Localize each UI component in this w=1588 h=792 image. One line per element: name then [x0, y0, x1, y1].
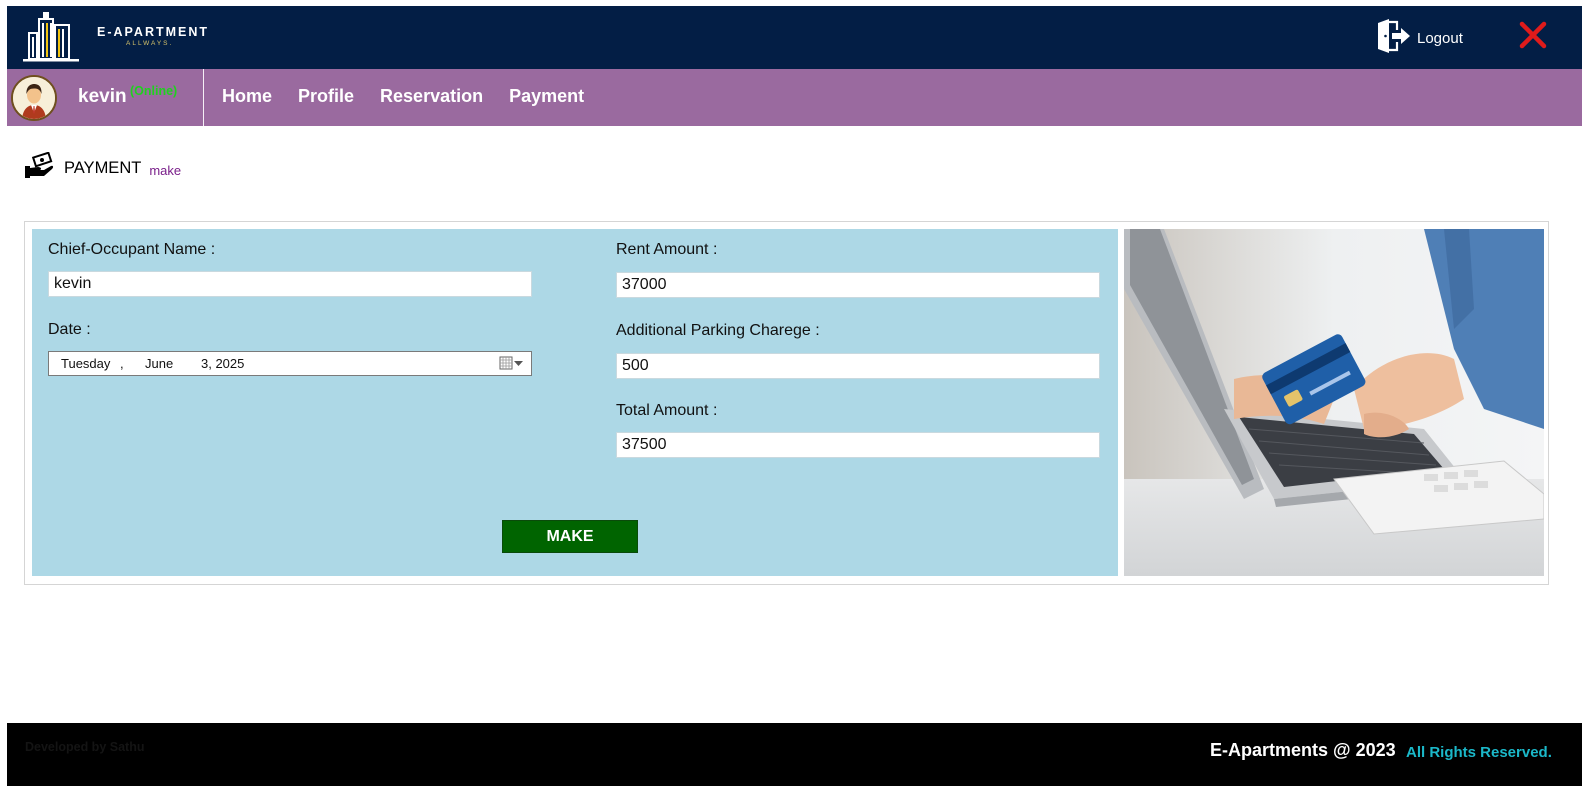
nav-bar: kevin (Online) Home Profile Reservation … [7, 69, 1582, 126]
parking-charge-field[interactable]: 500 [616, 353, 1100, 379]
payment-hand-icon [24, 151, 54, 185]
nav-item-home[interactable]: Home [222, 86, 272, 107]
rent-amount-label: Rent Amount : [616, 241, 718, 258]
rights-text: All Rights Reserved. [1406, 744, 1552, 761]
online-status: (Online) [130, 84, 178, 98]
payment-panel: Chief-Occupant Name : kevin Date : Tuesd… [24, 221, 1549, 585]
brand-name: E-APARTMENT [97, 25, 210, 39]
top-bar: E-APARTMENT ALLWAYS. Logout [7, 6, 1582, 69]
avatar [11, 75, 57, 121]
footer: Developed by Sathu E-Apartments @ 2023 A… [7, 723, 1582, 786]
payment-form: Chief-Occupant Name : kevin Date : Tuesd… [32, 229, 1118, 576]
occupant-name-label: Chief-Occupant Name : [48, 241, 216, 258]
rent-amount-field[interactable]: 37000 [616, 272, 1100, 298]
logout-label: Logout [1417, 29, 1463, 47]
copyright-text: E-Apartments @ 2023 [1210, 740, 1396, 760]
date-weekday: Tuesday [61, 356, 111, 371]
nav-divider [203, 69, 204, 126]
calendar-dropdown-icon[interactable] [499, 356, 525, 373]
logout-button[interactable]: Logout [1375, 17, 1463, 60]
parking-charge-label: Additional Parking Charege : [616, 322, 820, 339]
brand: E-APARTMENT ALLWAYS. [97, 25, 209, 47]
date-month: June [145, 356, 174, 371]
occupant-name-field[interactable]: kevin [48, 271, 532, 297]
page-header: PAYMENT make [24, 151, 182, 185]
close-icon[interactable] [1518, 20, 1548, 50]
date-day-year: 3, 2025 [201, 356, 245, 371]
username: kevin [78, 86, 127, 107]
nav-item-reservation[interactable]: Reservation [380, 86, 483, 107]
page-title: PAYMENT [64, 159, 142, 177]
date-picker[interactable]: Tuesday , June 3, 2025 [48, 351, 532, 376]
payment-illustration [1124, 229, 1544, 576]
nav-menu: Home Profile Reservation Payment [222, 86, 584, 107]
total-amount-label: Total Amount : [616, 402, 718, 419]
developer-credit: Developed by Sathu [25, 740, 145, 754]
date-separator: , [120, 356, 124, 371]
page-subtitle: make [149, 163, 182, 178]
logout-icon [1375, 17, 1411, 60]
date-label: Date : [48, 321, 91, 338]
nav-item-payment[interactable]: Payment [509, 86, 584, 107]
total-amount-field[interactable]: 37500 [616, 432, 1100, 458]
brand-tagline: ALLWAYS. [126, 40, 174, 47]
building-logo-icon [21, 9, 81, 63]
nav-item-profile[interactable]: Profile [298, 86, 354, 107]
app-window: E-APARTMENT ALLWAYS. Logout kevin (Onlin… [7, 6, 1582, 786]
make-payment-button[interactable]: MAKE [502, 520, 638, 553]
